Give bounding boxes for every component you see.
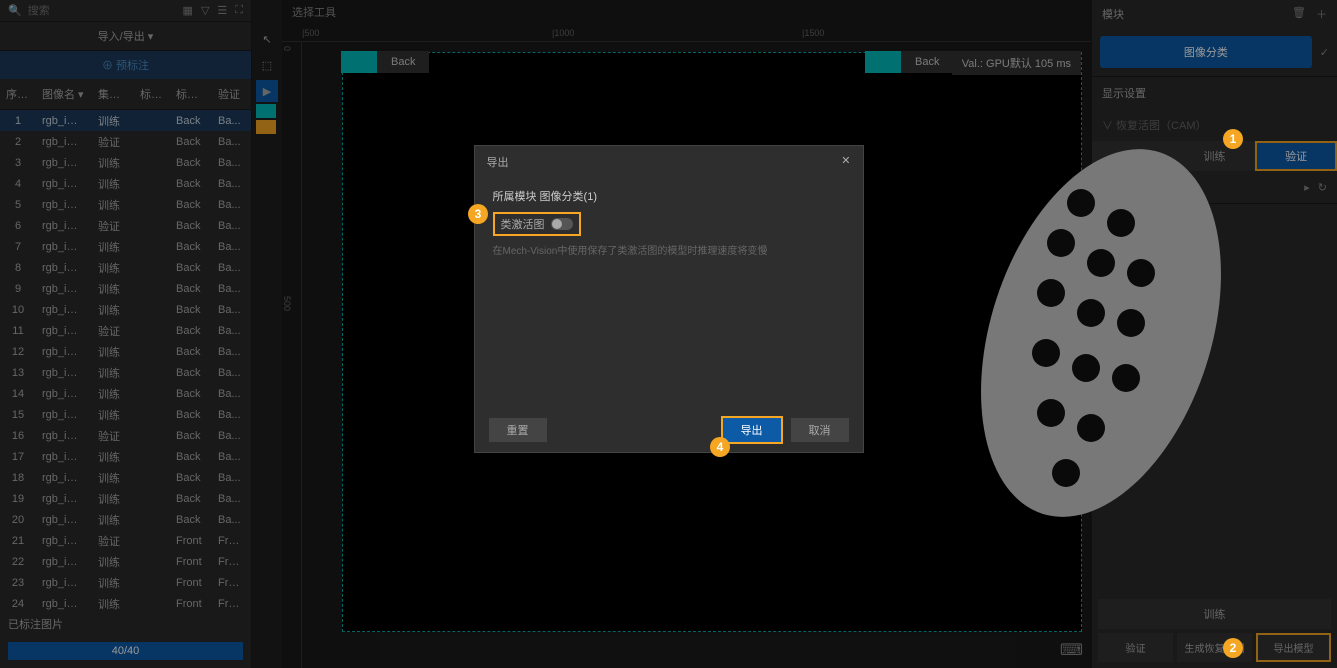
cam-toggle-row[interactable]: 类激活图 [493,212,581,236]
toggle-label: 类激活图 [501,216,545,232]
modal-overlay: 导出 ✕ 所属模块 图像分类(1) 类激活图 在Mech-Vision中使用保存… [0,0,1337,668]
modal-hint: 在Mech-Vision中使用保存了类激活图的模型时推理速度将变慢 [493,242,845,257]
modal-owner-text: 所属模块 图像分类(1) [493,188,845,204]
callout-1: 1 [1223,129,1243,149]
close-icon[interactable]: ✕ [841,154,850,170]
export-button[interactable]: 导出 [723,418,781,442]
callout-3: 3 [468,204,488,224]
reset-button[interactable]: 重置 [489,418,547,442]
callout-4: 4 [710,437,730,457]
modal-title: 导出 [487,154,509,170]
cancel-button[interactable]: 取消 [791,418,849,442]
toggle-switch[interactable] [551,218,573,230]
callout-2: 2 [1223,638,1243,658]
export-modal: 导出 ✕ 所属模块 图像分类(1) 类激活图 在Mech-Vision中使用保存… [474,145,864,453]
